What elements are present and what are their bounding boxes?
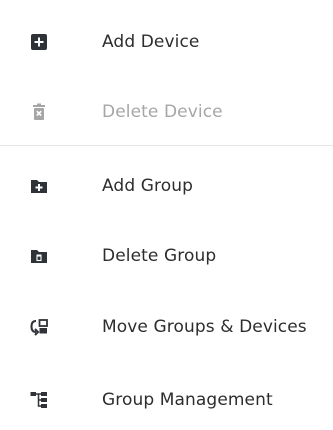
add-device-icon — [30, 33, 48, 51]
menu-divider — [0, 145, 333, 146]
menu-item-label: Add Device — [102, 32, 200, 52]
menu-item-label: Delete Device — [102, 102, 223, 122]
menu-item-add-group[interactable]: Add Group — [0, 156, 333, 216]
delete-group-icon — [30, 247, 48, 265]
menu-item-move-groups-devices[interactable]: Move Groups & Devices — [0, 297, 333, 357]
add-group-icon — [30, 177, 48, 195]
move-icon — [30, 318, 48, 336]
menu-item-group-management[interactable]: Group Management — [0, 370, 333, 430]
menu-item-label: Delete Group — [102, 246, 217, 266]
group-management-icon — [30, 391, 48, 409]
menu-item-label: Move Groups & Devices — [102, 317, 307, 337]
menu-item-delete-group[interactable]: Delete Group — [0, 226, 333, 286]
delete-device-icon — [30, 103, 48, 121]
menu-item-label: Group Management — [102, 390, 273, 410]
menu-item-add-device[interactable]: Add Device — [0, 12, 333, 72]
menu-item-label: Add Group — [102, 176, 193, 196]
context-menu: Add Device Delete Device Add Group Delet… — [0, 0, 333, 430]
menu-item-delete-device[interactable]: Delete Device — [0, 82, 333, 142]
